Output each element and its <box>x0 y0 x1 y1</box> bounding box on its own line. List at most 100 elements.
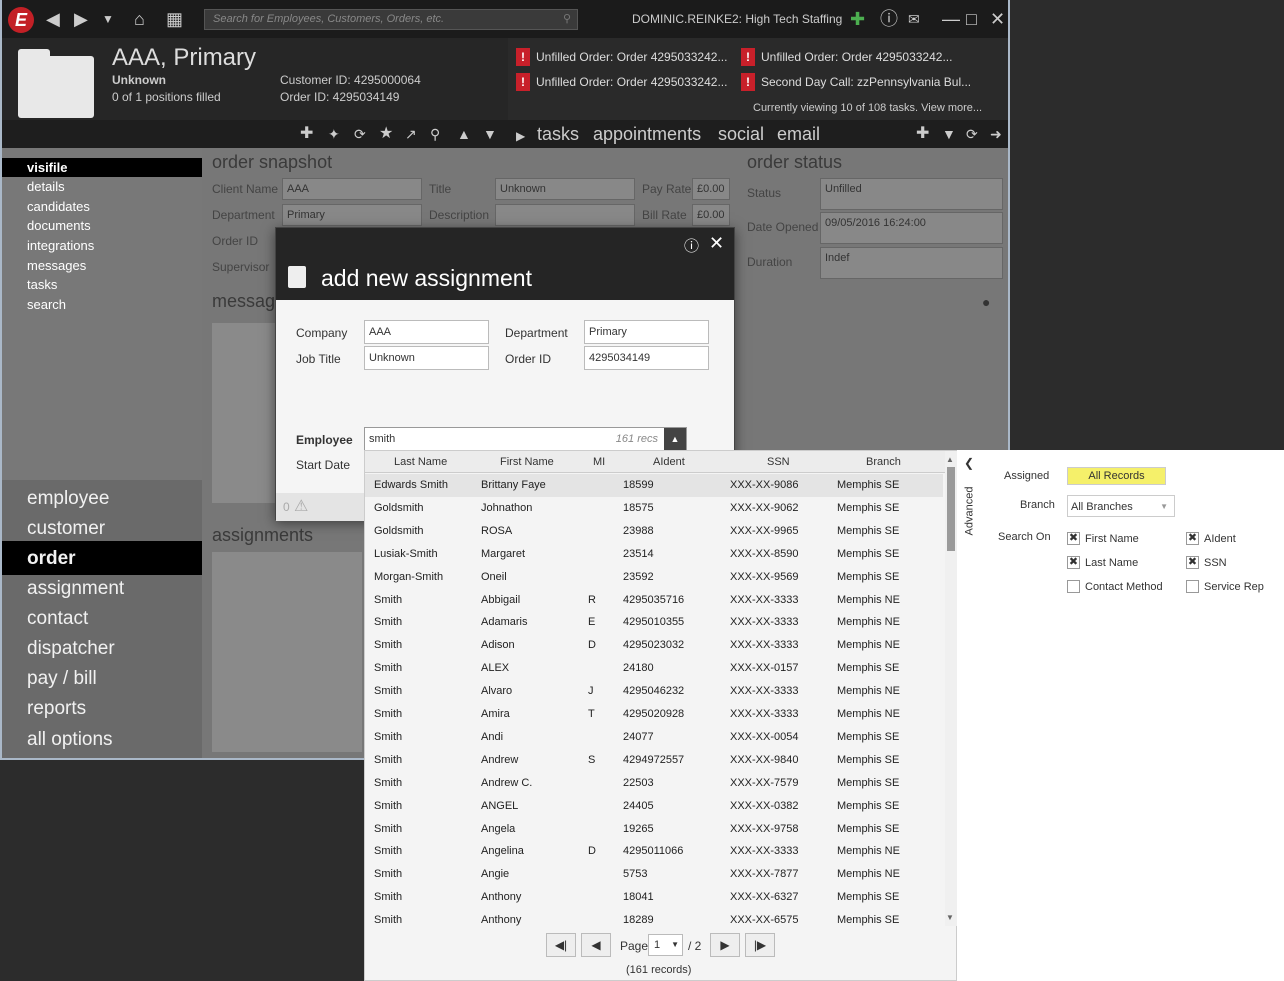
title-field[interactable]: Unknown <box>495 178 635 200</box>
back-arrow-icon[interactable]: ◀ <box>46 9 60 29</box>
add-icon[interactable]: ✚ <box>850 9 865 29</box>
sidebar-item-tasks[interactable]: tasks <box>27 277 57 292</box>
col-mi[interactable]: MI <box>593 456 605 468</box>
history-dropdown-icon[interactable]: ▼ <box>102 9 114 29</box>
save-icon[interactable]: ▦ <box>166 9 183 29</box>
collapse-icon[interactable]: ❮ <box>964 456 974 470</box>
checkbox[interactable]: ✖ <box>1186 532 1199 545</box>
col-branch[interactable]: Branch <box>866 456 901 468</box>
table-row[interactable]: Smith Anthony 18041 XXX-XX-6327 Memphis SE <box>365 886 943 909</box>
advanced-tab[interactable]: Advanced <box>963 487 975 536</box>
sidebar-item-visifile[interactable]: visifile <box>27 160 67 175</box>
sidebar-item-messages[interactable]: messages <box>27 258 86 273</box>
employee-search-input[interactable]: smith 161 recs ▲ <box>364 427 687 451</box>
client-name-field[interactable]: AAA <box>282 178 422 200</box>
task-item[interactable]: ! Unfilled Order: Order 4295033242... <box>516 48 727 66</box>
app-logo[interactable]: E <box>8 7 34 33</box>
task-item[interactable]: ! Second Day Call: zzPennsylvania Bul... <box>741 73 971 91</box>
table-row[interactable]: Smith Andrew S 4294972557 XXX-XX-9840 Memphis… <box>365 749 943 772</box>
department-field[interactable]: Primary <box>584 320 709 344</box>
pay-rate-field[interactable]: £0.00 <box>692 178 730 200</box>
date-opened-field[interactable]: 09/05/2016 16:24:00 <box>820 212 1003 244</box>
tab-email[interactable]: email <box>777 124 820 145</box>
table-row[interactable]: Edwards Smith Brittany Faye 18599 XXX-XX-90… <box>365 474 943 497</box>
open-external-icon[interactable]: ↗ <box>405 124 417 144</box>
table-row[interactable]: Smith Adison D 4295023032 XXX-XX-3333 Memphis… <box>365 634 943 657</box>
forward-arrow-icon[interactable]: ▶ <box>74 9 88 29</box>
table-row[interactable]: Smith Anthony 18289 XXX-XX-6575 Memphis SE <box>365 909 943 932</box>
scrollbar-thumb[interactable] <box>947 467 955 551</box>
table-row[interactable]: Smith Andrew C. 22503 XXX-XX-7579 Memphis SE <box>365 772 943 795</box>
table-row[interactable]: Smith Angela 19265 XXX-XX-9758 Memphis SE <box>365 818 943 841</box>
sidebar-item-search[interactable]: search <box>27 297 66 312</box>
description-field[interactable] <box>495 204 635 226</box>
col-aident[interactable]: AIdent <box>653 456 685 468</box>
prev-page-button[interactable]: ◀ <box>581 933 611 957</box>
tab-tasks[interactable]: tasks <box>537 124 579 145</box>
department-field[interactable]: Primary <box>282 204 422 226</box>
task-item[interactable]: ! Unfilled Order: Order 4295033242... <box>516 73 727 91</box>
module-reports[interactable]: reports <box>27 698 86 720</box>
col-ssn[interactable]: SSN <box>767 456 790 468</box>
tab-appointments[interactable]: appointments <box>593 124 701 145</box>
table-row[interactable]: Morgan-Smith Oneil 23592 XXX-XX-9569 Memphis… <box>365 566 943 589</box>
module-employee[interactable]: employee <box>27 488 109 510</box>
pin-icon[interactable]: ✦ <box>328 124 340 144</box>
help-icon[interactable]: ⓘ <box>880 9 898 29</box>
page-select[interactable]: 1 ▼ <box>648 934 683 956</box>
sidebar-item-details[interactable]: details <box>27 179 65 194</box>
bill-rate-field[interactable]: £0.00 <box>692 204 730 226</box>
checkbox[interactable]: ✖ <box>1186 556 1199 569</box>
branch-select[interactable]: All Branches ▼ <box>1067 495 1175 517</box>
status-field[interactable]: Unfilled <box>820 178 1003 210</box>
module-assignment[interactable]: assignment <box>27 578 124 600</box>
filter-icon[interactable]: ▼ <box>942 124 956 144</box>
sidebar-item-candidates[interactable]: candidates <box>27 199 90 214</box>
global-search-input[interactable]: Search for Employees, Customers, Orders,… <box>204 9 578 30</box>
sidebar-item-integrations[interactable]: integrations <box>27 238 94 253</box>
dropdown-toggle-icon[interactable]: ▲ <box>664 428 686 450</box>
comment-icon[interactable]: ● <box>982 294 990 310</box>
table-row[interactable]: Smith ALEX 24180 XXX-XX-0157 Memphis SE <box>365 657 943 680</box>
add-icon[interactable]: ✚ <box>300 124 313 144</box>
table-row[interactable]: Smith Alvaro J 4295046232 XXX-XX-3333 Memphis… <box>365 680 943 703</box>
table-row[interactable]: Smith Angelina D 4295011066 XXX-XX-3333 Memph… <box>365 840 943 863</box>
grid-scrollbar[interactable]: ▲ ▼ <box>945 451 957 926</box>
star-icon[interactable]: ★ <box>379 124 393 144</box>
duration-field[interactable]: Indef <box>820 247 1003 279</box>
tasks-summary[interactable]: Currently viewing 10 of 108 tasks. View … <box>753 102 982 114</box>
minimize-icon[interactable]: — <box>942 9 960 29</box>
play-icon[interactable]: ▶ <box>516 126 525 146</box>
table-row[interactable]: Goldsmith ROSA 23988 XXX-XX-9965 Memphis SE <box>365 520 943 543</box>
table-row[interactable]: Smith Andi 24077 XXX-XX-0054 Memphis SE <box>365 726 943 749</box>
close-icon[interactable]: ✕ <box>709 233 724 254</box>
refresh-tasks-icon[interactable]: ⟳ <box>966 124 978 144</box>
module-pay-bill[interactable]: pay / bill <box>27 668 97 690</box>
module-all-options[interactable]: all options <box>27 729 113 751</box>
col-first-name[interactable]: First Name <box>500 456 554 468</box>
assigned-select[interactable]: All Records <box>1067 467 1166 485</box>
down-arrow-icon[interactable]: ▼ <box>483 124 497 144</box>
checkbox[interactable]: ✖ <box>1067 532 1080 545</box>
first-page-button[interactable]: ◀| <box>546 933 576 957</box>
table-row[interactable]: Smith ANGEL 24405 XXX-XX-0382 Memphis SE <box>365 795 943 818</box>
module-contact[interactable]: contact <box>27 608 88 630</box>
table-row[interactable]: Lusiak-Smith Margaret 23514 XXX-XX-8590 Memp… <box>365 543 943 566</box>
table-row[interactable]: Smith Angie 5753 XXX-XX-7877 Memphis NE <box>365 863 943 886</box>
order-id-field[interactable]: 4295034149 <box>584 346 709 370</box>
maximize-icon[interactable]: □ <box>966 9 977 29</box>
table-row[interactable]: Smith Adamaris E 4295010355 XXX-XX-3333 Memph… <box>365 611 943 634</box>
module-dispatcher[interactable]: dispatcher <box>27 638 115 660</box>
module-order[interactable]: order <box>27 548 76 570</box>
add-task-icon[interactable]: ✚ <box>916 124 929 144</box>
table-row[interactable]: Smith Amira T 4295020928 XXX-XX-3333 Memphis … <box>365 703 943 726</box>
close-icon[interactable]: ✕ <box>990 9 1005 29</box>
up-arrow-icon[interactable]: ▲ <box>457 124 471 144</box>
refresh-icon[interactable]: ⟳ <box>354 124 366 144</box>
next-page-button[interactable]: ▶ <box>710 933 740 957</box>
task-item[interactable]: ! Unfilled Order: Order 4295033242... <box>741 48 952 66</box>
home-icon[interactable]: ⌂ <box>134 9 145 29</box>
chat-icon[interactable]: ✉ <box>908 9 920 29</box>
last-page-button[interactable]: |▶ <box>745 933 775 957</box>
sidebar-item-documents[interactable]: documents <box>27 218 91 233</box>
